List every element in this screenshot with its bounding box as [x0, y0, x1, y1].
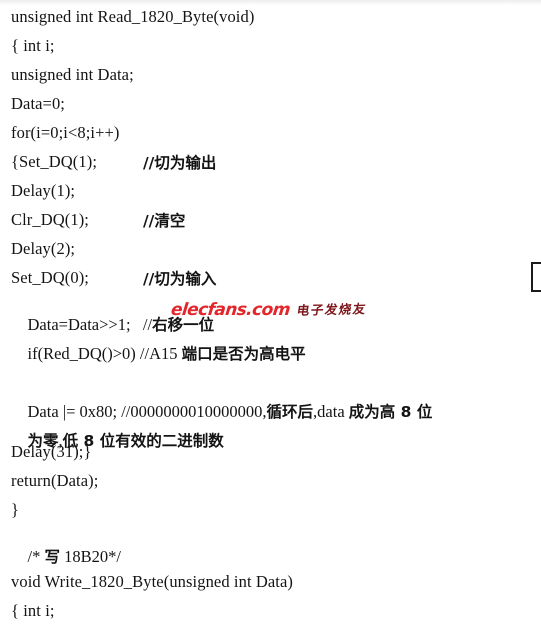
code-text: if(Red_DQ()>0) //A15 — [27, 344, 182, 363]
page-edge-bracket-artifact — [531, 262, 541, 292]
code-text: ,data — [313, 402, 349, 421]
code-comment: //切为输出 — [143, 154, 217, 172]
code-line: Clr_DQ(1); — [11, 210, 89, 229]
code-text-cjk: 为零 — [27, 432, 59, 450]
code-line: unsigned int Read_1820_Byte(void) — [11, 7, 255, 26]
code-line-mixed: /* 写 18B20*/ — [11, 530, 121, 584]
code-text: /* — [27, 547, 45, 566]
code-line: unsigned int Data; — [11, 65, 134, 84]
document-page: unsigned int Read_1820_Byte(void) { int … — [0, 0, 541, 632]
code-line: Delay(2); — [11, 239, 76, 258]
code-text-cjk: 写 — [44, 548, 60, 566]
code-line: Set_DQ(0); — [11, 268, 89, 287]
code-comment: //切为输入 — [143, 270, 217, 288]
code-line-mixed: 为零,低 8 位有效的二进制数 — [11, 414, 224, 468]
code-text: 18B20*/ — [59, 547, 121, 566]
code-text-cjk: 成为高 8 位 — [348, 403, 433, 421]
code-line: { int i; — [11, 36, 55, 55]
code-line: } — [11, 500, 20, 519]
code-line-mixed: if(Red_DQ()>0) //A15 端口是否为高电平 — [11, 327, 306, 381]
watermark-cjk-text: 电子发烧友 — [295, 300, 368, 318]
code-text-cjk: 低 8 位有效的二进制数 — [62, 432, 224, 450]
code-line: { int i; — [11, 601, 55, 620]
code-line: Data=0; — [11, 94, 65, 113]
code-line: for(i=0;i<8;i++) — [11, 123, 120, 142]
code-line: Delay(1); — [11, 181, 76, 200]
code-text-cjk: 端口是否为高电平 — [181, 345, 306, 363]
code-line: {Set_DQ(1); — [11, 152, 98, 171]
code-text-cjk: 循环后 — [266, 403, 314, 421]
code-comment: //清空 — [143, 212, 186, 230]
code-line: return(Data); — [11, 471, 99, 490]
